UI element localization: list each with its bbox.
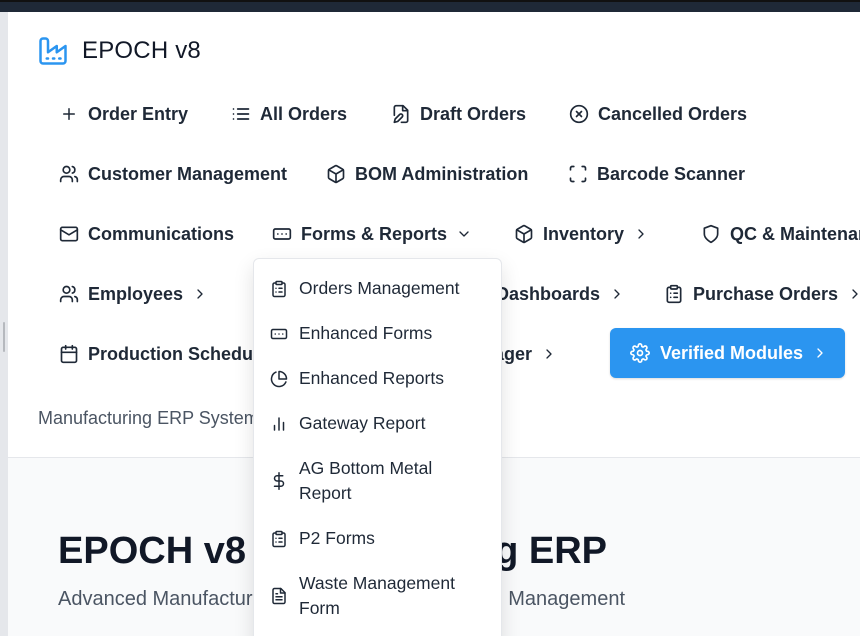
dropdown-item-gateway-report[interactable]: Gateway Report <box>254 411 501 436</box>
package-icon <box>325 163 347 185</box>
dropdown-item-waste-management-form[interactable]: Waste Management Form <box>254 571 501 621</box>
app-title: EPOCH v8 <box>82 37 201 64</box>
nav-purchase-orders-label: Purchase Orders <box>693 283 839 304</box>
dropdown-item-label: Enhanced Forms <box>299 323 433 343</box>
brand[interactable]: EPOCH v8 <box>38 36 201 66</box>
dropdown-item-label: Waste Management Form <box>299 573 455 618</box>
users-icon <box>58 163 80 185</box>
chevron-right-icon <box>846 285 860 303</box>
nav-communications[interactable]: Communications <box>58 216 234 252</box>
plus-icon <box>58 103 80 125</box>
nav-forms-reports-label: Forms & Reports <box>301 223 448 244</box>
chevron-right-icon <box>812 345 828 361</box>
form-input-icon <box>269 321 289 346</box>
shield-icon <box>700 223 722 245</box>
dropdown-item-ag-bottom-metal-report[interactable]: AG Bottom Metal Report <box>254 456 501 506</box>
forms-reports-dropdown: Orders Management Enhanced Forms Enhance… <box>253 258 502 636</box>
nav-inventory[interactable]: Inventory <box>513 216 650 252</box>
file-text-icon <box>269 571 289 621</box>
nav-customer-management[interactable]: Customer Management <box>58 156 287 192</box>
chevron-right-icon <box>191 285 209 303</box>
verified-modules-button[interactable]: Verified Modules <box>610 328 845 378</box>
resize-grip[interactable] <box>3 322 5 352</box>
nav-order-entry-label: Order Entry <box>88 103 189 124</box>
verified-modules-label: Verified Modules <box>660 342 804 363</box>
side-resize-handle[interactable] <box>0 12 8 636</box>
nav-all-orders-label: All Orders <box>260 103 348 124</box>
dollar-sign-icon <box>269 456 289 506</box>
clipboard-list-icon <box>663 283 685 305</box>
nav-bom-administration[interactable]: BOM Administration <box>325 156 528 192</box>
dropdown-item-enhanced-forms[interactable]: Enhanced Forms <box>254 321 501 346</box>
list-icon <box>230 103 252 125</box>
dropdown-item-label: Enhanced Reports <box>299 368 444 388</box>
nav-inventory-label: Inventory <box>543 223 625 244</box>
dropdown-item-label: P2 Forms <box>299 528 375 548</box>
dropdown-item-enhanced-reports[interactable]: Enhanced Reports <box>254 366 501 391</box>
users-icon <box>58 283 80 305</box>
factory-icon <box>38 36 68 66</box>
nav-cancelled-orders[interactable]: Cancelled Orders <box>568 96 747 132</box>
nav-order-entry[interactable]: Order Entry <box>58 96 188 132</box>
dropdown-item-p2-forms[interactable]: P2 Forms <box>254 526 501 551</box>
nav-qc-maintenance[interactable]: QC & Maintenance <box>700 216 860 252</box>
dropdown-item-label: Gateway Report <box>299 413 426 433</box>
dropdown-item-label: Orders Management <box>299 278 460 298</box>
nav-employees-label: Employees <box>88 283 184 304</box>
nav-draft-orders[interactable]: Draft Orders <box>390 96 526 132</box>
nav-qc-maintenance-label: QC & Maintenance <box>730 223 860 244</box>
mail-icon <box>58 223 80 245</box>
clipboard-list-icon <box>269 526 289 551</box>
nav-barcode-scanner-label: Barcode Scanner <box>597 163 746 184</box>
settings-gear-icon <box>629 342 651 364</box>
nav-bom-administration-label: BOM Administration <box>355 163 529 184</box>
chevron-down-icon <box>455 225 473 243</box>
clipboard-list-icon <box>269 276 289 301</box>
nav-dashboards-label: Dashboards <box>496 283 601 304</box>
calendar-icon <box>58 343 80 365</box>
nav-cancelled-orders-label: Cancelled Orders <box>598 103 748 124</box>
nav-purchase-orders[interactable]: Purchase Orders <box>663 276 860 312</box>
nav-barcode-scanner[interactable]: Barcode Scanner <box>567 156 745 192</box>
nav-draft-orders-label: Draft Orders <box>420 103 527 124</box>
nav-all-orders[interactable]: All Orders <box>230 96 347 132</box>
chevron-right-icon <box>632 225 650 243</box>
app-subtitle: Manufacturing ERP System <box>38 408 259 428</box>
window-top-bar <box>0 0 860 12</box>
dropdown-item-label: AG Bottom Metal Report <box>299 458 433 503</box>
nav-employees[interactable]: Employees <box>58 276 209 312</box>
pie-chart-icon <box>269 366 289 391</box>
window-top-edge <box>0 0 860 2</box>
nav-forms-reports[interactable]: Forms & Reports <box>271 216 473 252</box>
package-icon <box>513 223 535 245</box>
nav-customer-management-label: Customer Management <box>88 163 288 184</box>
x-circle-icon <box>568 103 590 125</box>
dropdown-item-orders-management[interactable]: Orders Management <box>254 276 501 301</box>
scan-icon <box>567 163 589 185</box>
nav-production-scheduling[interactable]: Production Scheduling <box>58 336 285 372</box>
chevron-right-icon <box>608 285 626 303</box>
bar-chart-icon <box>269 411 289 436</box>
nav-communications-label: Communications <box>88 223 235 244</box>
chevron-right-icon <box>540 345 558 363</box>
file-edit-icon <box>390 103 412 125</box>
form-input-icon <box>271 223 293 245</box>
